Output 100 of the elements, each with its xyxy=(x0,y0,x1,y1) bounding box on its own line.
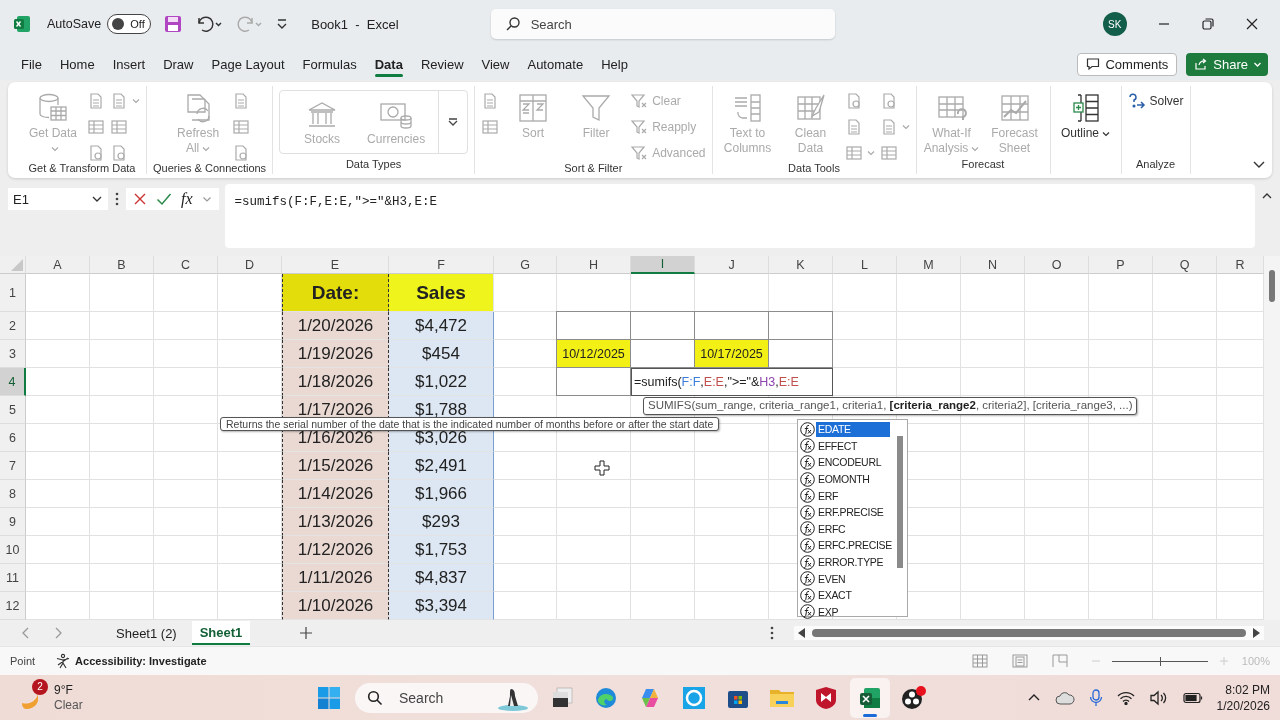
ribbon-button[interactable]: Solver xyxy=(1127,92,1184,110)
check-icon[interactable] xyxy=(156,192,172,206)
file-icon xyxy=(110,144,128,162)
normal-view-icon[interactable] xyxy=(971,654,988,668)
page-break-icon[interactable] xyxy=(1051,654,1068,668)
avatar[interactable]: SK xyxy=(1102,12,1127,36)
menu-tab[interactable]: Formulas xyxy=(293,50,366,78)
restore-icon[interactable] xyxy=(1200,17,1215,31)
column-header[interactable]: A xyxy=(26,256,90,274)
search-field[interactable]: Search xyxy=(490,9,835,39)
next-icon[interactable] xyxy=(53,627,63,639)
wifi-icon[interactable] xyxy=(1116,690,1135,705)
taskbar-app[interactable] xyxy=(850,677,890,718)
column-header[interactable]: O xyxy=(1025,256,1089,274)
column-header[interactable]: Q xyxy=(1153,256,1217,274)
function-option[interactable]: ERFC xyxy=(816,521,848,537)
column-header[interactable]: P xyxy=(1089,256,1153,274)
column-header[interactable]: K xyxy=(769,256,833,274)
microphone-icon[interactable] xyxy=(1088,688,1103,707)
function-option[interactable]: EVEN xyxy=(816,571,848,587)
ribbon-button[interactable]: Outline xyxy=(1056,90,1115,141)
page-layout-icon[interactable] xyxy=(1011,654,1028,668)
menu-tab[interactable]: Insert xyxy=(103,50,155,78)
row-header[interactable]: 11 xyxy=(0,564,26,592)
cloud-icon[interactable] xyxy=(1054,690,1075,705)
excel-logo-icon[interactable] xyxy=(13,15,31,33)
accessibility-button[interactable]: Accessibility: Investigate xyxy=(55,653,207,669)
battery-icon[interactable] xyxy=(1182,691,1203,704)
notification-badge: 2 xyxy=(32,678,48,695)
column-header[interactable]: M xyxy=(897,256,961,274)
column-header[interactable]: G xyxy=(494,256,557,274)
row-header[interactable]: 9 xyxy=(0,508,26,536)
menu-tab[interactable]: Page Layout xyxy=(202,50,294,78)
add-sheet-icon[interactable] xyxy=(300,627,313,639)
save-icon[interactable] xyxy=(163,14,184,34)
row-header[interactable]: 3 xyxy=(0,340,26,368)
function-option[interactable]: EXP xyxy=(816,604,841,620)
column-header[interactable]: H xyxy=(557,256,631,274)
scroll-left-icon[interactable] xyxy=(798,628,807,638)
function-option[interactable]: EOMONTH xyxy=(816,471,872,487)
close-icon[interactable] xyxy=(1244,17,1259,31)
function-option[interactable]: ERF xyxy=(816,488,841,504)
function-option[interactable]: EXACT xyxy=(816,587,854,603)
more-icon[interactable] xyxy=(770,626,775,640)
function-option[interactable]: ERROR.TYPE xyxy=(816,554,886,570)
redo-icon[interactable] xyxy=(235,14,264,34)
row-header[interactable]: 10 xyxy=(0,536,26,564)
row-header[interactable]: 1 xyxy=(0,274,26,312)
cell-editor[interactable]: =sumifs(F:F,E:E,">="&H3,E:E xyxy=(631,368,833,396)
column-header[interactable]: F xyxy=(389,256,494,274)
column-header[interactable]: E xyxy=(282,256,389,274)
column-header[interactable]: I xyxy=(631,256,695,274)
row-header[interactable]: 12 xyxy=(0,592,26,620)
sheet-tab[interactable]: Sheet1 xyxy=(191,621,251,645)
menu-tab[interactable]: Review xyxy=(411,50,473,78)
formula-field[interactable]: =sumifs(F:F,E:E,">="&H3,E:E xyxy=(224,184,1255,248)
row-header[interactable]: 5 xyxy=(0,396,26,424)
menu-tab[interactable]: View xyxy=(472,50,519,78)
start-icon[interactable] xyxy=(317,685,341,710)
insert-function-button[interactable]: fx xyxy=(181,190,193,208)
function-option[interactable]: EDATE xyxy=(816,421,890,437)
column-header[interactable]: R xyxy=(1217,256,1264,274)
row-header[interactable]: 4 xyxy=(0,368,26,396)
taskbar-search-field[interactable]: Search xyxy=(355,682,538,713)
clock[interactable]: 8:02 PM 1/20/2026 xyxy=(1216,681,1270,714)
menu-tab[interactable]: Automate xyxy=(518,50,593,78)
undo-icon[interactable] xyxy=(195,14,224,34)
menu-tab[interactable]: Draw xyxy=(154,50,203,78)
column-header[interactable]: L xyxy=(833,256,897,274)
row-header[interactable]: 6 xyxy=(0,424,26,452)
cancel-icon[interactable] xyxy=(133,192,147,206)
function-option[interactable]: ENCODEURL xyxy=(816,455,884,470)
previous-icon[interactable] xyxy=(21,627,31,639)
menu-tab[interactable]: Help xyxy=(592,50,637,78)
function-option[interactable]: ERF.PRECISE xyxy=(816,504,886,520)
vertical-scrollbar[interactable] xyxy=(1264,256,1280,620)
share-button[interactable]: Share xyxy=(1186,52,1268,76)
menu-tab[interactable]: Home xyxy=(50,50,104,78)
comments-button[interactable]: Comments xyxy=(1077,52,1178,76)
function-option[interactable]: EFFECT xyxy=(816,438,860,454)
date-cell: 10/17/2025 xyxy=(695,340,769,368)
autosave-toggle[interactable]: Off xyxy=(107,14,152,34)
column-header[interactable]: B xyxy=(90,256,154,274)
column-header[interactable]: D xyxy=(218,256,282,274)
column-header[interactable]: C xyxy=(154,256,218,274)
scrollbar[interactable] xyxy=(897,436,903,568)
menu-tab[interactable]: File xyxy=(12,50,51,78)
column-header[interactable]: N xyxy=(961,256,1025,274)
row-header[interactable]: 7 xyxy=(0,452,26,480)
row-header[interactable]: 8 xyxy=(0,480,26,508)
horizontal-scrollbar[interactable] xyxy=(794,626,1265,640)
column-header[interactable]: J xyxy=(695,256,769,274)
row-header[interactable]: 2 xyxy=(0,312,26,340)
scroll-right-icon[interactable] xyxy=(1252,628,1261,638)
name-box[interactable]: E1 xyxy=(8,188,108,210)
sheet-tab[interactable]: Sheet1 (2) xyxy=(108,621,185,645)
speaker-icon[interactable] xyxy=(1148,689,1169,706)
menu-tab[interactable]: Data xyxy=(365,50,412,78)
function-option[interactable]: ERFC.PRECISE xyxy=(816,537,894,553)
more-icon[interactable] xyxy=(115,192,119,206)
